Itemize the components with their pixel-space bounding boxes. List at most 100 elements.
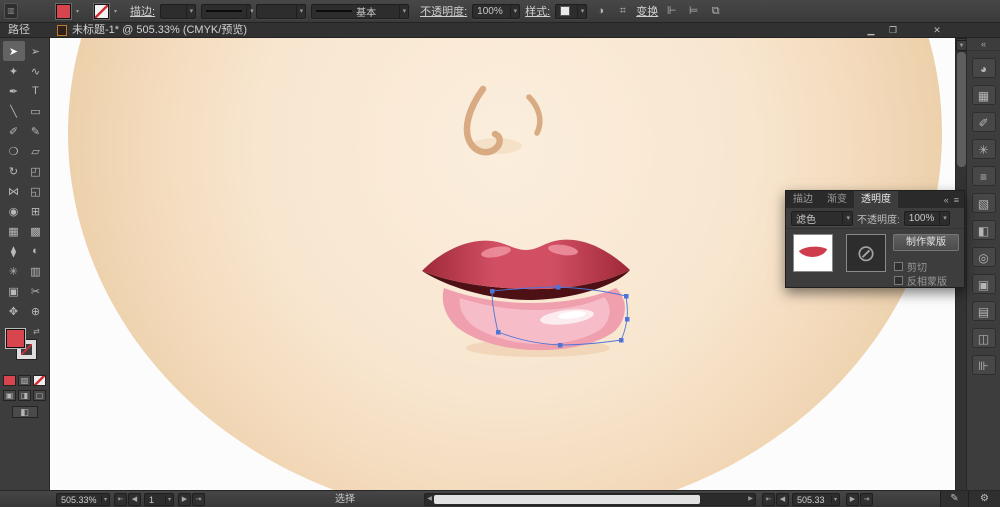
blend-tool[interactable]: ◐ [25, 241, 47, 261]
arrange-icon[interactable]: ⧉ [707, 3, 724, 20]
horizontal-scrollbar[interactable]: ◀ ▶ [424, 493, 756, 506]
symbol-sprayer-tool[interactable]: ✳ [3, 261, 25, 281]
anchor-point[interactable] [624, 294, 629, 299]
document-tab-title[interactable]: 未标题-1* @ 505.33% (CMYK/预览) [72, 23, 247, 37]
stroke-panel-icon[interactable]: ≡ [972, 166, 996, 186]
color-button[interactable] [3, 375, 16, 386]
clip-checkbox[interactable] [894, 262, 903, 271]
style-link[interactable]: 样式: [525, 3, 550, 19]
document-setup-icon[interactable]: ⌗ [614, 3, 631, 20]
last-artboard-icon[interactable]: ⇥ [860, 493, 873, 506]
zoom-combo[interactable]: 505.33%▾ [56, 493, 110, 506]
gradient-panel-icon[interactable]: ▧ [972, 193, 996, 213]
brush-definition-combo[interactable]: ▾ [256, 4, 306, 19]
stroke-panel-link[interactable]: 描边: [130, 3, 155, 19]
hand-tool[interactable]: ✥ [3, 301, 25, 321]
rotate-tool[interactable]: ↻ [3, 161, 25, 181]
stroke-dropdown-icon[interactable]: ▾ [114, 8, 117, 15]
none-button[interactable] [33, 375, 46, 386]
panel-grip-icon[interactable]: ▥ [4, 3, 18, 19]
stroke-color-swatch[interactable] [94, 4, 109, 19]
stroke-weight-combo[interactable]: ▾ [160, 4, 196, 19]
expand-panels-icon[interactable]: « [967, 38, 1000, 51]
tab-transparency[interactable]: 透明度 [854, 191, 898, 208]
tab-stroke[interactable]: 描边 [786, 191, 820, 208]
tab-gradient[interactable]: 渐变 [820, 191, 854, 208]
align-vertical-icon[interactable]: ⊨ [685, 3, 702, 20]
draw-behind-icon[interactable]: ◨ [18, 390, 31, 401]
graphic-styles-panel-icon[interactable]: ▣ [972, 274, 996, 294]
slice-tool[interactable]: ✂ [25, 281, 47, 301]
artboard-combo[interactable]: 1▾ [144, 493, 174, 506]
gradient-tool[interactable]: ▩ [25, 221, 47, 241]
anchor-point[interactable] [558, 343, 563, 348]
first-artboard-icon[interactable]: ⇤ [762, 493, 775, 506]
fill-dropdown-icon[interactable]: ▾ [76, 8, 79, 15]
style-combo[interactable]: ▾ [555, 4, 587, 19]
pencil-tool[interactable]: ✎ [25, 121, 47, 141]
panel-menu-icon[interactable]: ≡ [954, 195, 959, 205]
blend-mode-combo[interactable]: 滤色▾ [791, 211, 853, 226]
next-artboard-icon[interactable]: ▶ [846, 493, 859, 506]
brush-stroke-combo[interactable]: 基本▾ [311, 4, 409, 19]
anchor-point[interactable] [556, 285, 561, 290]
make-mask-button[interactable]: 制作蒙版 [893, 234, 959, 251]
fill-indicator[interactable] [6, 329, 25, 348]
tools-icon[interactable]: ⚙ [968, 491, 1000, 507]
scale-tool[interactable]: ◰ [25, 161, 47, 181]
align-panel-icon[interactable]: ⊪ [972, 355, 996, 375]
opacity-combo[interactable]: 100%▾ [472, 4, 520, 19]
artboard-tool[interactable]: ▣ [3, 281, 25, 301]
magic-wand-tool[interactable]: ✦ [3, 61, 25, 81]
window-minimize-button[interactable]: ▁ [862, 23, 880, 37]
draw-inside-icon[interactable]: ▢ [33, 390, 46, 401]
width-tool[interactable]: ⋈ [3, 181, 25, 201]
artboards-panel-icon[interactable]: ◫ [972, 328, 996, 348]
invert-mask-checkbox[interactable] [894, 276, 903, 285]
screen-mode-icon[interactable]: ◧ [12, 406, 38, 418]
draw-normal-icon[interactable]: ▣ [3, 390, 16, 401]
window-restore-button[interactable]: ❐ [884, 23, 902, 37]
eraser-tool[interactable]: ▱ [25, 141, 47, 161]
window-close-button[interactable]: ✕ [928, 23, 946, 37]
free-transform-tool[interactable]: ◱ [25, 181, 47, 201]
transform-link[interactable]: 变换 [636, 3, 658, 19]
note-icon[interactable]: ✎ [940, 491, 968, 507]
transparency-panel-icon[interactable]: ◧ [972, 220, 996, 240]
gradient-button[interactable]: ▨ [18, 375, 31, 386]
appearance-panel-icon[interactable]: ◎ [972, 247, 996, 267]
last-artboard-icon[interactable]: ⇥ [192, 493, 205, 506]
scroll-left-icon[interactable]: ◀ [425, 494, 434, 505]
next-artboard-icon[interactable]: ▶ [178, 493, 191, 506]
anchor-point[interactable] [619, 338, 624, 343]
eyedropper-tool[interactable]: ⧫ [3, 241, 25, 261]
anchor-point[interactable] [496, 330, 501, 335]
zoom-combo-right[interactable]: 505.33▾ [792, 493, 840, 506]
line-segment-tool[interactable]: ╲ [3, 101, 25, 121]
mesh-tool[interactable]: ▦ [3, 221, 25, 241]
prev-artboard-icon[interactable]: ◀ [776, 493, 789, 506]
brushes-panel-icon[interactable]: ✐ [972, 112, 996, 132]
column-graph-tool[interactable]: ▥ [25, 261, 47, 281]
fill-color-swatch[interactable] [56, 4, 71, 19]
collapse-panel-icon[interactable]: « [944, 195, 949, 205]
width-profile-combo[interactable]: ▾ [201, 4, 251, 19]
object-thumbnail[interactable] [793, 234, 833, 272]
scroll-right-icon[interactable]: ▶ [746, 494, 755, 505]
h-scrollbar-thumb[interactable] [434, 495, 700, 504]
align-horizontal-icon[interactable]: ⊩ [663, 3, 680, 20]
first-artboard-icon[interactable]: ⇤ [114, 493, 127, 506]
pen-tool[interactable]: ✒ [3, 81, 25, 101]
shape-builder-tool[interactable]: ◉ [3, 201, 25, 221]
anchor-point[interactable] [625, 317, 630, 322]
perspective-grid-tool[interactable]: ⊞ [25, 201, 47, 221]
paintbrush-tool[interactable]: ✐ [3, 121, 25, 141]
recolor-artwork-icon[interactable]: ◑ [592, 3, 609, 20]
zoom-tool[interactable]: ⊕ [25, 301, 47, 321]
panel-opacity-combo[interactable]: 100%▾ [904, 211, 950, 226]
rectangle-tool[interactable]: ▭ [25, 101, 47, 121]
color-panel-icon[interactable]: ◕ [972, 58, 996, 78]
prev-artboard-icon[interactable]: ◀ [128, 493, 141, 506]
v-scrollbar-thumb[interactable] [957, 52, 966, 167]
swap-fill-stroke-icon[interactable]: ⇄ [33, 327, 40, 336]
